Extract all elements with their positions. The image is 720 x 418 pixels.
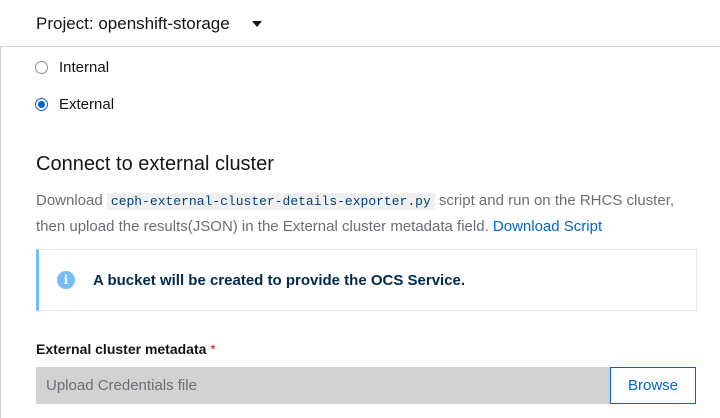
project-dropdown[interactable]: Project: openshift-storage <box>36 12 262 36</box>
browse-button[interactable]: Browse <box>610 367 696 404</box>
desc-prefix: Download <box>36 192 103 209</box>
top-bar: Project: openshift-storage <box>0 0 720 47</box>
project-label: Project: openshift-storage <box>36 14 230 33</box>
script-name-code: ceph-external-cluster-details-exporter.p… <box>106 193 435 210</box>
info-icon: i <box>57 271 75 289</box>
metadata-field-label: External cluster metadata * <box>36 341 216 357</box>
radio-external-control[interactable] <box>35 98 48 111</box>
section-title: Connect to external cluster <box>36 153 274 175</box>
description: Download ceph-external-cluster-details-e… <box>36 188 696 239</box>
left-divider <box>0 47 1 418</box>
radio-internal-label: Internal <box>59 59 110 76</box>
radio-internal-control[interactable] <box>35 61 48 74</box>
alert-title: A bucket will be created to provide the … <box>93 271 466 289</box>
radio-external[interactable]: External <box>35 96 114 113</box>
required-mark: * <box>210 341 216 357</box>
upload-credentials-input[interactable] <box>36 367 610 404</box>
file-upload: Browse <box>36 367 696 404</box>
radio-external-label: External <box>59 96 115 113</box>
download-script-link[interactable]: Download Script <box>493 218 602 235</box>
radio-internal[interactable]: Internal <box>35 59 109 76</box>
caret-down-icon <box>251 21 262 27</box>
metadata-label-text: External cluster metadata <box>36 341 207 357</box>
info-alert: i A bucket will be created to provide th… <box>36 249 697 311</box>
